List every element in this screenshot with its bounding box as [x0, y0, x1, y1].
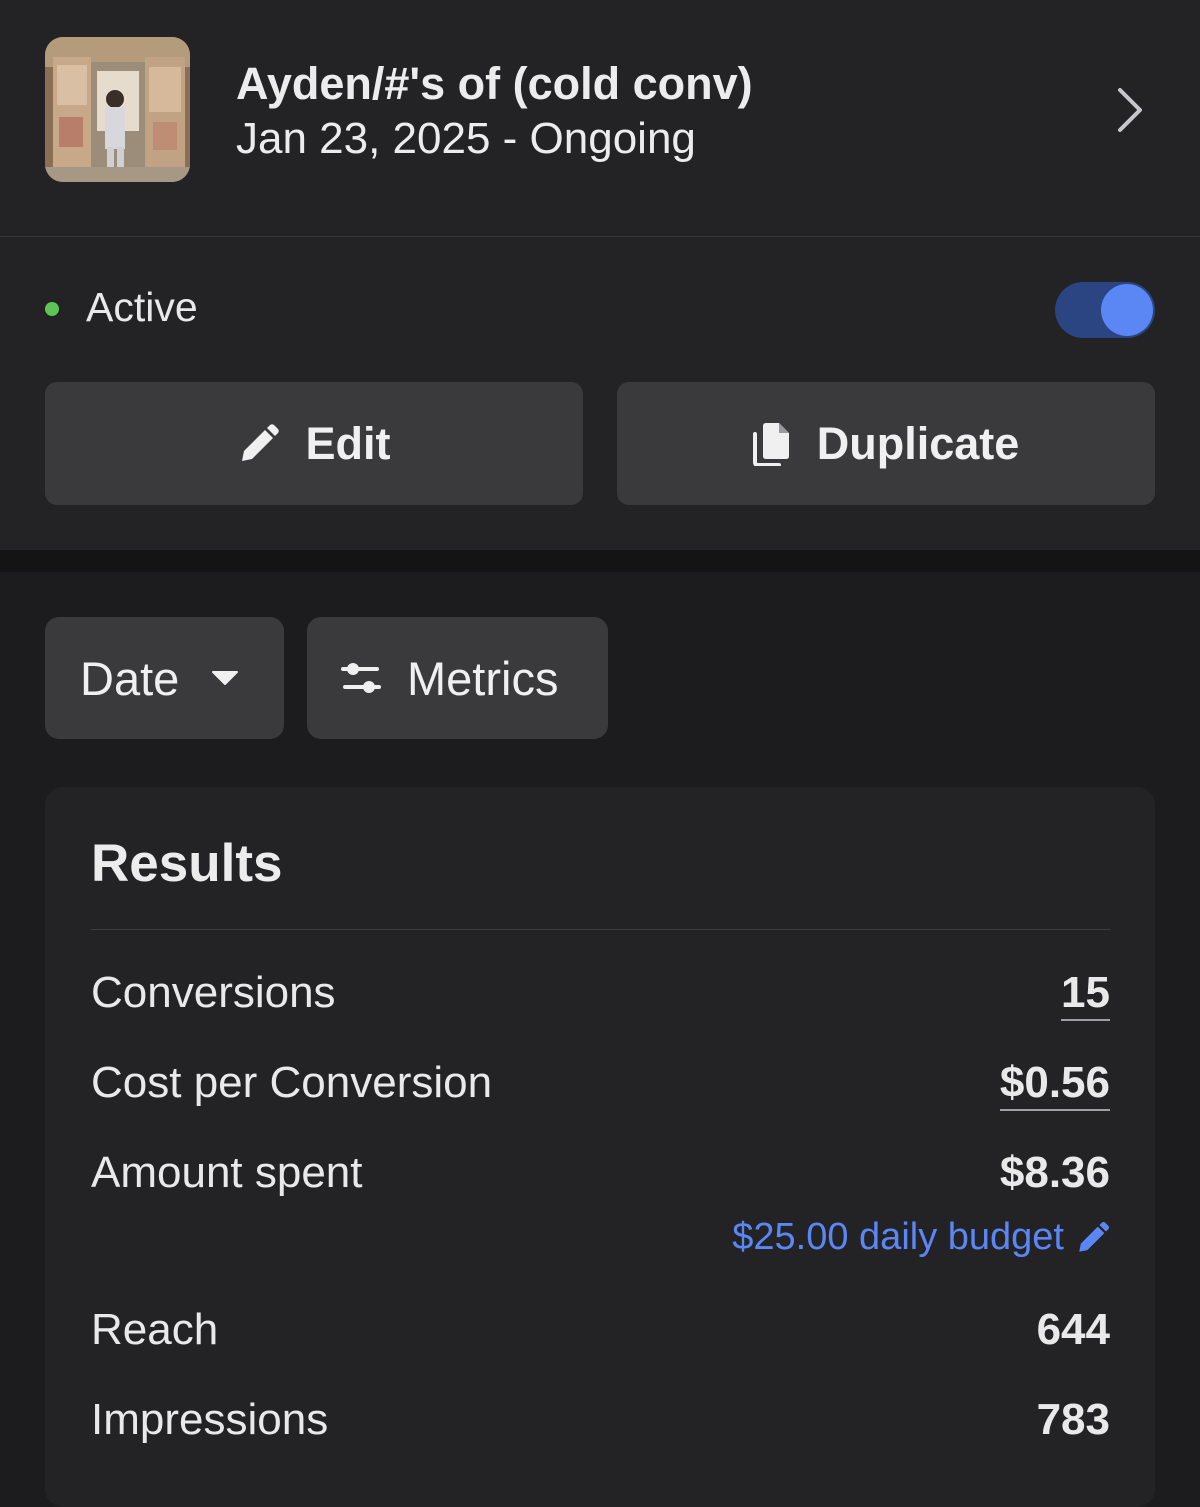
active-toggle[interactable] [1055, 282, 1155, 338]
campaign-dates: Jan 23, 2025 - Ongoing [236, 114, 696, 163]
toggle-knob [1101, 284, 1153, 336]
edit-label: Edit [305, 417, 391, 469]
metrics-label: Metrics [407, 651, 559, 705]
conversions-label: Conversions [91, 968, 336, 1017]
amount-spent-label: Amount spent [91, 1148, 363, 1197]
results-title: Results [91, 834, 283, 893]
campaign-header[interactable]: Ayden/#'s of (cold conv) Jan 23, 2025 - … [0, 0, 1200, 237]
chevron-right-icon[interactable] [1112, 84, 1148, 136]
status-label: Active [86, 284, 198, 330]
campaign-name: Ayden/#'s of (cold conv) [236, 58, 753, 109]
date-filter-button[interactable]: Date [45, 617, 284, 739]
status-dot [45, 302, 59, 316]
campaign-thumbnail [45, 37, 190, 182]
edit-button[interactable]: Edit [45, 382, 583, 505]
reach-value: 644 [1036, 1305, 1110, 1354]
reach-label: Reach [91, 1305, 219, 1354]
impressions-label: Impressions [91, 1395, 329, 1444]
pencil-icon [1079, 1221, 1109, 1252]
duplicate-icon [752, 422, 789, 466]
results-divider [91, 929, 1110, 930]
cost-per-conversion-label: Cost per Conversion [91, 1058, 493, 1107]
amount-spent-value: $8.36 [999, 1148, 1110, 1197]
impressions-value: 783 [1036, 1395, 1110, 1444]
duplicate-button[interactable]: Duplicate [617, 382, 1155, 505]
pencil-icon [241, 423, 279, 461]
date-filter-label: Date [80, 651, 180, 705]
cost-per-conversion-number[interactable]: $0.56 [999, 1058, 1110, 1111]
section-divider [0, 550, 1200, 572]
duplicate-label: Duplicate [816, 417, 1020, 469]
daily-budget-label[interactable]: $25.00 daily budget [732, 1216, 1064, 1259]
metrics-button[interactable]: Metrics [307, 617, 608, 739]
conversions-value[interactable]: 15 [1061, 968, 1110, 1021]
conversions-number[interactable]: 15 [1061, 968, 1110, 1021]
cost-per-conversion-value[interactable]: $0.56 [999, 1058, 1110, 1111]
sliders-icon [341, 663, 381, 693]
caret-down-icon [212, 671, 239, 685]
daily-budget-link[interactable]: $25.00 daily budget [732, 1216, 1110, 1259]
